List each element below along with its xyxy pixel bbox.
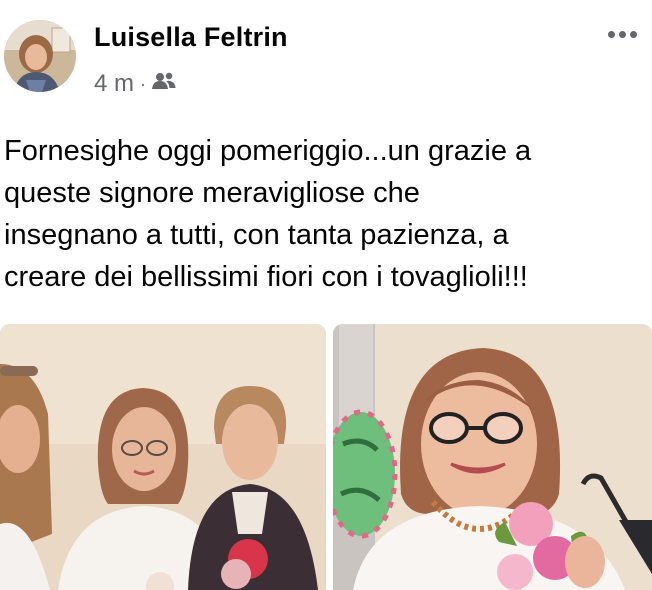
post-meta: 4 m · — [94, 70, 176, 98]
post-time[interactable]: 4 m — [94, 70, 134, 98]
post-text-line: creare dei bellissimi fiori con i tovagl… — [4, 261, 528, 293]
post-text-line: insegnano a tutti, con tanta pazienza, a — [4, 219, 509, 251]
post-text-line: queste signore meravigliose che — [4, 177, 420, 209]
author-name[interactable]: Luisella Feltrin — [94, 22, 288, 53]
friends-icon[interactable] — [152, 70, 176, 98]
meta-separator: · — [140, 73, 147, 94]
more-options-icon[interactable] — [602, 20, 642, 48]
facebook-post: Luisella Feltrin 4 m · Fornesighe oggi p… — [0, 0, 652, 590]
post-photo-woman-with-flowers[interactable] — [333, 324, 652, 590]
author-avatar[interactable] — [4, 20, 76, 92]
post-photo-group-ladies[interactable] — [0, 324, 326, 590]
post-text: Fornesighe oggi pomeriggio...un grazie a… — [4, 130, 644, 298]
post-text-line: Fornesighe oggi pomeriggio...un grazie a — [4, 135, 532, 167]
